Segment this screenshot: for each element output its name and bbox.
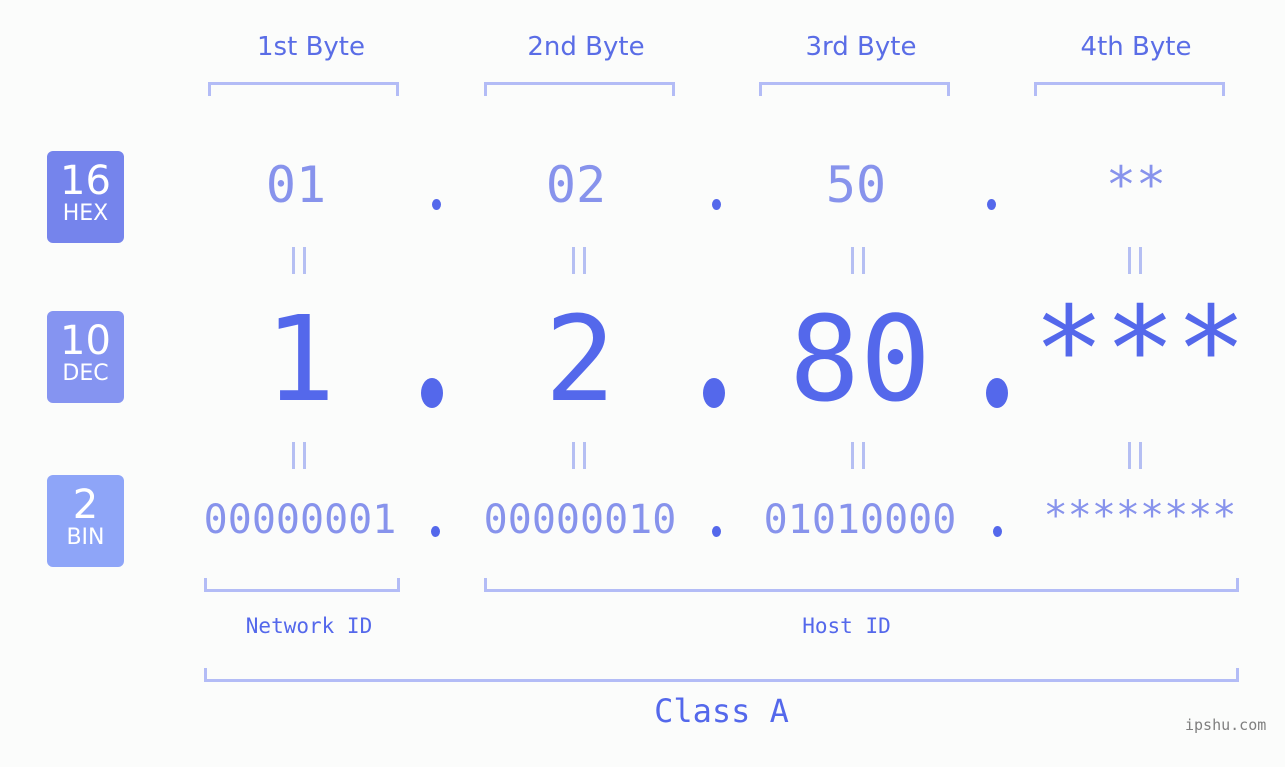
hex-value-2: 02 [545, 156, 607, 214]
dec-value-1: 1 [264, 290, 336, 428]
equals-icon [572, 247, 586, 274]
bin-value-4: ******** [1043, 493, 1237, 539]
byte-bracket-3 [759, 82, 950, 96]
dec-value-4: *** [1033, 280, 1247, 418]
hex-value-1: 01 [265, 156, 327, 214]
byte-bracket-1 [208, 82, 399, 96]
byte-header-4: 4th Byte [1080, 32, 1192, 62]
bin-value-3: 01010000 [763, 497, 957, 543]
network-id-label: Network ID [245, 614, 373, 638]
dec-base-number: 10 [60, 318, 111, 364]
dec-separator-dot-1 [421, 378, 443, 408]
bin-value-1: 00000001 [203, 497, 397, 543]
hex-separator-dot-1 [432, 199, 441, 210]
bin-separator-dot-3 [993, 526, 1002, 537]
byte-bracket-4 [1034, 82, 1225, 96]
bin-separator-dot-1 [431, 526, 440, 537]
hex-separator-dot-2 [712, 199, 721, 210]
bin-base-label: BIN [66, 525, 105, 550]
dec-value-2: 2 [544, 290, 616, 428]
hex-separator-dot-3 [987, 199, 996, 210]
hex-value-4: ** [1105, 156, 1167, 214]
equals-icon [292, 247, 306, 274]
byte-bracket-2 [484, 82, 675, 96]
host-id-label: Host ID [802, 614, 891, 638]
bin-badge: 2 BIN [47, 475, 124, 567]
class-bracket [204, 668, 1239, 682]
dec-base-label: DEC [62, 361, 109, 386]
equals-icon [572, 442, 586, 469]
class-label: Class A [654, 692, 789, 730]
hex-value-3: 50 [825, 156, 887, 214]
equals-icon [292, 442, 306, 469]
hex-base-label: HEX [62, 201, 109, 226]
bin-value-2: 00000010 [483, 497, 677, 543]
host-id-bracket [484, 578, 1239, 592]
network-id-bracket [204, 578, 400, 592]
bin-separator-dot-2 [712, 526, 721, 537]
byte-header-1: 1st Byte [257, 32, 365, 62]
byte-header-3: 3rd Byte [805, 32, 917, 62]
watermark: ipshu.com [1185, 716, 1267, 734]
bin-base-number: 2 [72, 482, 99, 528]
dec-separator-dot-2 [703, 378, 725, 408]
equals-icon [1128, 247, 1142, 274]
dec-badge: 10 DEC [47, 311, 124, 403]
equals-icon [851, 442, 865, 469]
equals-icon [851, 247, 865, 274]
dec-separator-dot-3 [986, 378, 1008, 408]
equals-icon [1128, 442, 1142, 469]
byte-header-2: 2nd Byte [527, 32, 645, 62]
hex-base-number: 16 [60, 158, 111, 204]
dec-value-3: 80 [788, 290, 932, 428]
hex-badge: 16 HEX [47, 151, 124, 243]
